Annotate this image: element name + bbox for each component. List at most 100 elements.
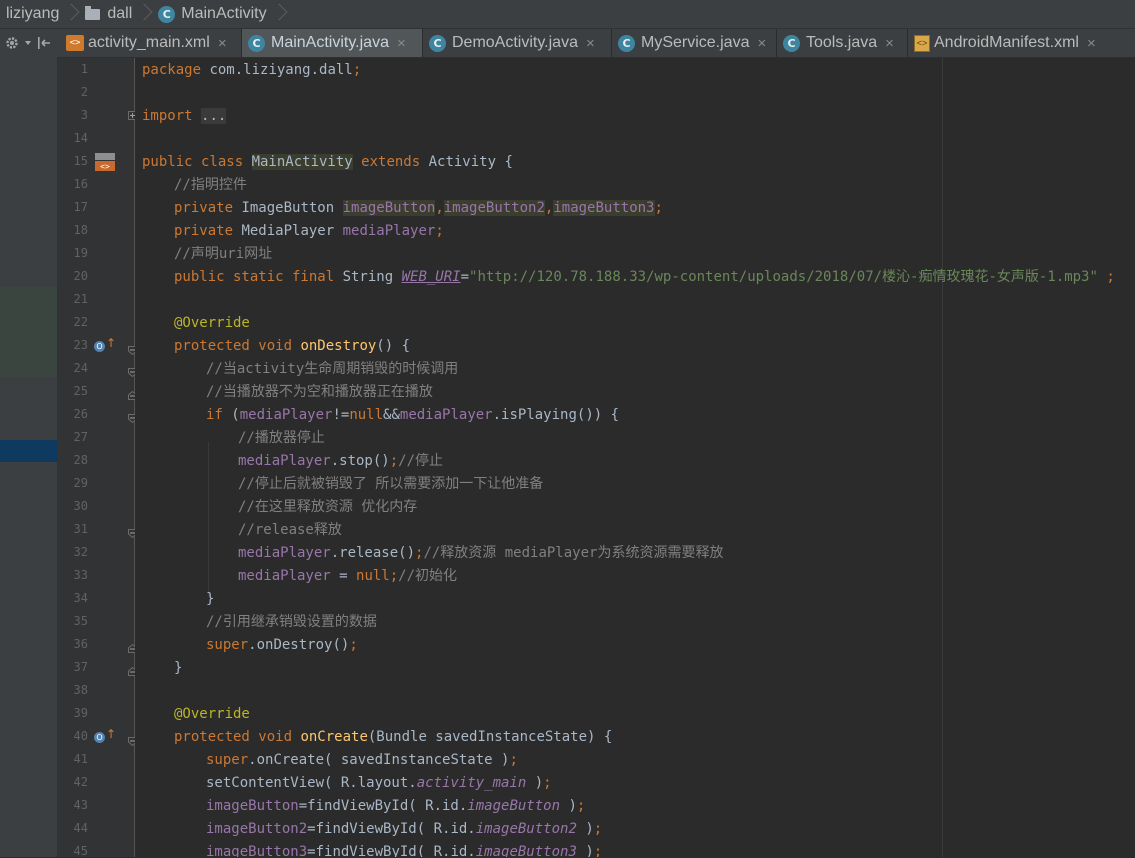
right-margin-guide bbox=[942, 58, 943, 857]
line-number: 19 bbox=[73, 246, 88, 260]
code-editor[interactable]: package com.liziyang.dall; import ... pu… bbox=[135, 58, 1135, 857]
line-number: 20 bbox=[73, 269, 88, 283]
activity-class-icon[interactable]: <> bbox=[94, 152, 116, 172]
tab-tools-java[interactable]: C Tools.java × bbox=[777, 29, 908, 57]
line-number: 3 bbox=[80, 108, 88, 122]
string-literal: "http://120.78.188.33/wp-content/uploads… bbox=[469, 269, 1098, 285]
code-line: } bbox=[206, 588, 214, 610]
field-name: imageButton bbox=[467, 798, 561, 814]
arrow-up-icon[interactable]: ↑ bbox=[106, 727, 116, 741]
breadcrumb-label: dall bbox=[107, 5, 133, 22]
override-method-icon[interactable]: O bbox=[94, 732, 105, 743]
breadcrumb-item-package[interactable]: dall bbox=[79, 0, 152, 28]
semicolon: ; bbox=[654, 200, 663, 216]
code-line: @Override bbox=[174, 703, 250, 725]
breadcrumb-separator bbox=[65, 0, 75, 28]
comment: //声明uri网址 bbox=[174, 246, 273, 262]
line-number: 26 bbox=[73, 407, 88, 421]
code-text: ) bbox=[526, 775, 544, 791]
arrow-up-icon[interactable]: ↑ bbox=[106, 336, 116, 350]
field-name: mediaPlayer bbox=[239, 407, 333, 423]
semicolon: ; bbox=[509, 752, 518, 768]
keyword: private bbox=[174, 223, 242, 239]
code-line: super.onCreate( savedInstanceState ); bbox=[206, 749, 518, 771]
keyword: super bbox=[206, 752, 249, 768]
line-number: 30 bbox=[73, 499, 88, 513]
tab-main-activity-java[interactable]: C MainActivity.java × bbox=[242, 29, 423, 57]
line-number: 41 bbox=[73, 752, 88, 766]
breadcrumb-item-class[interactable]: C MainActivity bbox=[152, 0, 286, 28]
breadcrumb-separator bbox=[273, 0, 283, 28]
override-method-icon[interactable]: O bbox=[94, 341, 105, 352]
breadcrumb-item-project[interactable]: liziyang bbox=[0, 0, 79, 28]
code-line: mediaPlayer = null;//初始化 bbox=[238, 565, 457, 587]
code-text: (Bundle savedInstanceState) { bbox=[367, 729, 613, 745]
line-number: 25 bbox=[73, 384, 88, 398]
line-number: 28 bbox=[73, 453, 88, 467]
semicolon: ; bbox=[1097, 269, 1115, 285]
line-number: 43 bbox=[73, 798, 88, 812]
close-icon[interactable]: × bbox=[397, 35, 406, 52]
gear-icon[interactable] bbox=[0, 29, 24, 57]
code-line: private ImageButton imageButton,imageBut… bbox=[174, 197, 663, 219]
line-number: 16 bbox=[73, 177, 88, 191]
comment: //指明控件 bbox=[174, 177, 247, 193]
tab-android-manifest-xml[interactable]: <> AndroidManifest.xml × bbox=[908, 29, 1118, 57]
tab-activity-main-xml[interactable]: <> activity_main.xml × bbox=[60, 29, 242, 57]
code-line: if (mediaPlayer!=null&&mediaPlayer.isPla… bbox=[206, 404, 619, 426]
code-text: != bbox=[332, 407, 350, 423]
semicolon: ; bbox=[543, 775, 552, 791]
comment: //停止后就被销毁了 所以需要添加一下让他准备 bbox=[238, 476, 544, 492]
code-text: =findViewById( R.id. bbox=[298, 798, 468, 814]
comment: //播放器停止 bbox=[238, 430, 325, 446]
class-icon: C bbox=[783, 34, 800, 52]
code-line: //停止后就被销毁了 所以需要添加一下让他准备 bbox=[238, 473, 543, 495]
tab-label: Tools.java bbox=[806, 34, 878, 51]
comment: //引用继承销毁设置的数据 bbox=[206, 614, 377, 630]
code-text: ( bbox=[231, 407, 240, 423]
semicolon: ; bbox=[349, 637, 358, 653]
keyword: protected void bbox=[174, 729, 301, 745]
keyword: extends bbox=[352, 154, 429, 170]
folded-imports[interactable]: ... bbox=[201, 108, 227, 124]
line-number: 45 bbox=[73, 844, 88, 858]
annotation: @Override bbox=[174, 315, 250, 331]
line-number: 35 bbox=[73, 614, 88, 628]
code-text: .onCreate( savedInstanceState ) bbox=[248, 752, 510, 768]
line-number: 27 bbox=[73, 430, 88, 444]
line-number: 18 bbox=[73, 223, 88, 237]
close-icon[interactable]: × bbox=[586, 35, 595, 52]
tab-my-service-java[interactable]: C MyService.java × bbox=[612, 29, 777, 57]
close-icon[interactable]: × bbox=[885, 35, 894, 52]
comment: //当activity生命周期销毁的时候调用 bbox=[206, 361, 459, 377]
keyword: null bbox=[356, 568, 390, 584]
method-name: onDestroy bbox=[300, 338, 377, 354]
collapse-icon[interactable] bbox=[32, 29, 56, 57]
keyword: import bbox=[142, 108, 193, 124]
annotation: @Override bbox=[174, 706, 250, 722]
keyword: public static final bbox=[174, 269, 343, 285]
close-icon[interactable]: × bbox=[757, 35, 766, 52]
code-text: .onDestroy() bbox=[248, 637, 350, 653]
semicolon: ; bbox=[593, 844, 603, 857]
line-number: 29 bbox=[73, 476, 88, 490]
close-icon[interactable]: × bbox=[1087, 35, 1096, 52]
field-name: mediaPlayer bbox=[238, 453, 331, 469]
type-name: MediaPlayer bbox=[241, 223, 343, 239]
code-text: .release() bbox=[330, 545, 416, 561]
class-icon: C bbox=[158, 5, 176, 23]
code-line: package com.liziyang.dall; bbox=[142, 59, 361, 81]
code-line: import ... bbox=[142, 105, 227, 127]
code-text: =findViewById( R.id. bbox=[307, 821, 476, 837]
line-number: 44 bbox=[73, 821, 88, 835]
tab-demo-activity-java[interactable]: C DemoActivity.java × bbox=[423, 29, 612, 57]
close-icon[interactable]: × bbox=[218, 35, 227, 52]
keyword: public class bbox=[142, 154, 252, 170]
code-line: super.onDestroy(); bbox=[206, 634, 358, 656]
semicolon: ; bbox=[435, 223, 444, 239]
code-text: setContentView( R.layout. bbox=[206, 775, 417, 791]
panel-selection[interactable] bbox=[0, 440, 57, 462]
line-number: 2 bbox=[80, 85, 88, 99]
class-icon: C bbox=[248, 34, 265, 52]
dropdown-arrow-icon[interactable] bbox=[24, 29, 32, 57]
